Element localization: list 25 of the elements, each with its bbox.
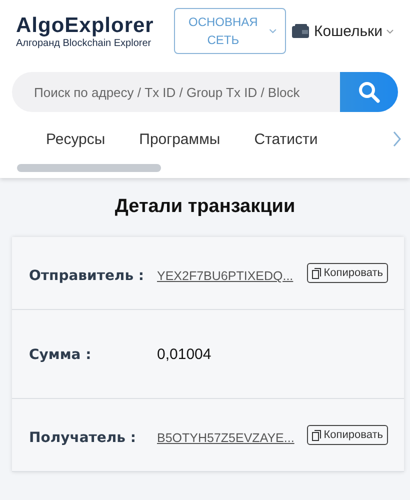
tagline: Алгоранд Blockchain Explorer [16,38,152,48]
chevron-down-icon [386,28,394,34]
nav-tab[interactable]: Ресурсы [46,130,106,148]
copy-button[interactable]: Копировать [306,263,388,283]
address-link[interactable]: YEX2F7BU6PTIXEDQ... [157,263,294,289]
nav-tab[interactable]: Программы [139,130,220,148]
copy-icon [312,430,321,440]
logo[interactable]: AlgoExplorer [16,14,166,38]
copy-icon [312,268,321,278]
page-title: Детали транзакции [114,196,296,218]
wallet-icon [292,24,310,38]
search-field[interactable]: Поиск по адресу / Tx ID / Group Tx ID / Block [12,72,340,112]
copy-button[interactable]: Копировать [306,425,388,445]
chevron-right-icon[interactable] [392,130,402,148]
search-button[interactable] [340,72,398,112]
field-label: Сумма : [29,346,92,365]
field-label: Получатель : [29,429,137,448]
scrollbar[interactable] [17,164,161,172]
field-label: Отправитель : [29,267,146,286]
search-icon [357,80,381,104]
address-link[interactable]: B5OTYH57Z5EVZAYE... [157,425,294,451]
field-value: 0,01004 [157,345,212,365]
wallets-menu[interactable]: Кошельки [292,22,394,40]
nav-tab[interactable]: Статисти [254,130,318,148]
chevron-down-icon [269,28,277,34]
